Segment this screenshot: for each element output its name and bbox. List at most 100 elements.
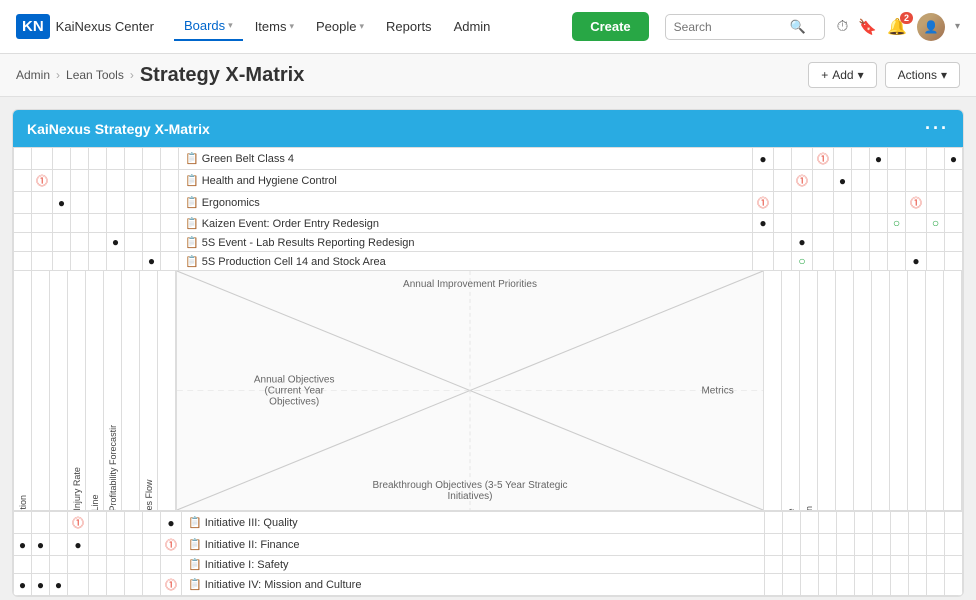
item-name[interactable]: 📋Ergonomics (179, 192, 753, 214)
dot-cell (909, 512, 927, 534)
rotated-label: VSM - Emergency Services Flow (144, 391, 154, 510)
item-name[interactable]: 📋Kaizen Event: Order Entry Redesign (179, 214, 753, 233)
dot-cell (801, 534, 819, 556)
dot-cell (855, 556, 873, 574)
notification-icon[interactable]: 🔔 2 (887, 17, 907, 37)
dot-cell (773, 252, 791, 271)
dot-cell (855, 574, 873, 596)
dot-cell (89, 214, 107, 233)
actions-button[interactable]: Actions ▾ (885, 62, 960, 88)
dot-cell (71, 170, 89, 192)
nav-boards[interactable]: Boards ▾ (174, 12, 243, 41)
dot-open-green: ○ (893, 216, 900, 230)
item-name[interactable]: 📋5S Event - Lab Results Reporting Redesi… (179, 233, 753, 252)
search-input[interactable] (674, 20, 784, 34)
dot-cell (125, 214, 143, 233)
breadcrumb-actions: + Add ▾ Actions ▾ (808, 62, 960, 88)
dot-cell (905, 148, 926, 170)
dot-cell (53, 214, 71, 233)
dot-cell: ● (143, 252, 161, 271)
more-options-icon[interactable]: ··· (925, 118, 949, 139)
dot-cell (887, 192, 905, 214)
breadcrumb-lean-tools[interactable]: Lean Tools (66, 68, 124, 82)
dot-filled: ● (112, 235, 119, 249)
notification-badge: 2 (900, 12, 913, 24)
dot-filled: ● (55, 578, 62, 592)
dot-open-green: ○ (932, 216, 939, 230)
breadcrumb-sep2: › (130, 68, 134, 82)
nav-admin[interactable]: Admin (444, 13, 501, 40)
avatar[interactable]: 👤 (917, 13, 945, 41)
nav-people[interactable]: People ▾ (306, 13, 374, 40)
dot-cell (945, 534, 963, 556)
dot-cell (887, 148, 905, 170)
history-icon[interactable]: ⏱ (837, 18, 849, 35)
item-name[interactable]: 📋5S Production Cell 14 and Stock Area (179, 252, 753, 271)
search-icon: 🔍 (790, 19, 806, 35)
rotated-col-right: Heather Thomas (836, 271, 854, 510)
dot-cell (837, 574, 855, 596)
dot-cell (851, 252, 869, 271)
add-button[interactable]: + Add ▾ (808, 62, 876, 88)
dot-filled: ● (798, 235, 805, 249)
dot-cell (855, 534, 873, 556)
rotated-col-left: VSM - Emergency Services Flow (140, 271, 158, 510)
item-name[interactable]: 📋Initiative III: Quality (182, 512, 765, 534)
rotated-col-left: Reduce Paper Usage (158, 271, 176, 510)
nav-people-label: People (316, 19, 356, 34)
rotated-col-right: Throughput Times - Austin (800, 271, 818, 510)
dot-cell (927, 534, 945, 556)
item-name[interactable]: 📋Initiative IV: Mission and Culture (182, 574, 765, 596)
dot-filled: ● (950, 152, 957, 166)
rotated-label: Throughput Times - Austin (804, 391, 814, 510)
dot-cell (833, 148, 851, 170)
dot-cell (143, 192, 161, 214)
dot-cell (71, 214, 89, 233)
right-cols: Monthly ExpendituresDaily RIR/Near Miss … (764, 271, 962, 510)
dot-cell: ○ (791, 252, 812, 271)
rotated-col-left: Green Belt Classes 2017 (50, 271, 68, 510)
dot-cell (32, 214, 53, 233)
rotated-label: Jeff Roussel (930, 391, 940, 510)
dot-priority: ⓵ (36, 174, 48, 188)
dot-cell (71, 252, 89, 271)
matrix-card: KaiNexus Strategy X-Matrix ··· 📋Green Be… (12, 109, 964, 597)
item-name[interactable]: 📋Initiative II: Finance (182, 534, 765, 556)
dot-cell (89, 148, 107, 170)
create-button[interactable]: Create (572, 12, 648, 41)
dot-cell (14, 214, 32, 233)
item-name[interactable]: 📋Green Belt Class 4 (179, 148, 753, 170)
add-icon: + (821, 68, 828, 82)
rotated-label: Market Share (126, 391, 136, 510)
bookmark-icon[interactable]: 🔖 (858, 18, 877, 36)
dot-cell: ⓵ (161, 574, 182, 596)
item-name[interactable]: 📋Initiative I: Safety (182, 556, 765, 574)
dot-filled: ● (912, 254, 919, 268)
nav-items-menu[interactable]: Items ▾ (245, 13, 304, 40)
rotated-label: Monthly Expenditures (768, 391, 778, 510)
dot-cell: ● (68, 534, 89, 556)
dot-cell (125, 556, 143, 574)
dot-cell: ● (752, 148, 773, 170)
folder-icon: 📋 (185, 197, 199, 209)
rotated-col-right: Bella Murray (890, 271, 908, 510)
dot-cell (89, 556, 107, 574)
dot-cell (125, 170, 143, 192)
rotated-label: Revenue Cycle - Project Profitability Fo… (108, 391, 118, 510)
dot-cell (869, 170, 887, 192)
chevron-down-icon[interactable]: ▾ (955, 21, 960, 32)
dot-cell (125, 233, 143, 252)
dot-cell (53, 252, 71, 271)
item-name[interactable]: 📋Health and Hygiene Control (179, 170, 753, 192)
rotated-label: Reduce Paper Usage (162, 391, 172, 510)
nav-items-label: Items (255, 19, 287, 34)
chevron-down-icon: ▾ (228, 20, 233, 31)
breadcrumb-admin[interactable]: Admin (16, 68, 50, 82)
search-area[interactable]: 🔍 (665, 14, 825, 40)
rotated-col-right: Harriett Mitchell (872, 271, 890, 510)
matrix-title: KaiNexus Strategy X-Matrix (27, 121, 210, 137)
nav-reports[interactable]: Reports (376, 13, 442, 40)
dot-cell (891, 556, 909, 574)
dot-filled: ● (875, 152, 882, 166)
dot-filled: ● (148, 254, 155, 268)
